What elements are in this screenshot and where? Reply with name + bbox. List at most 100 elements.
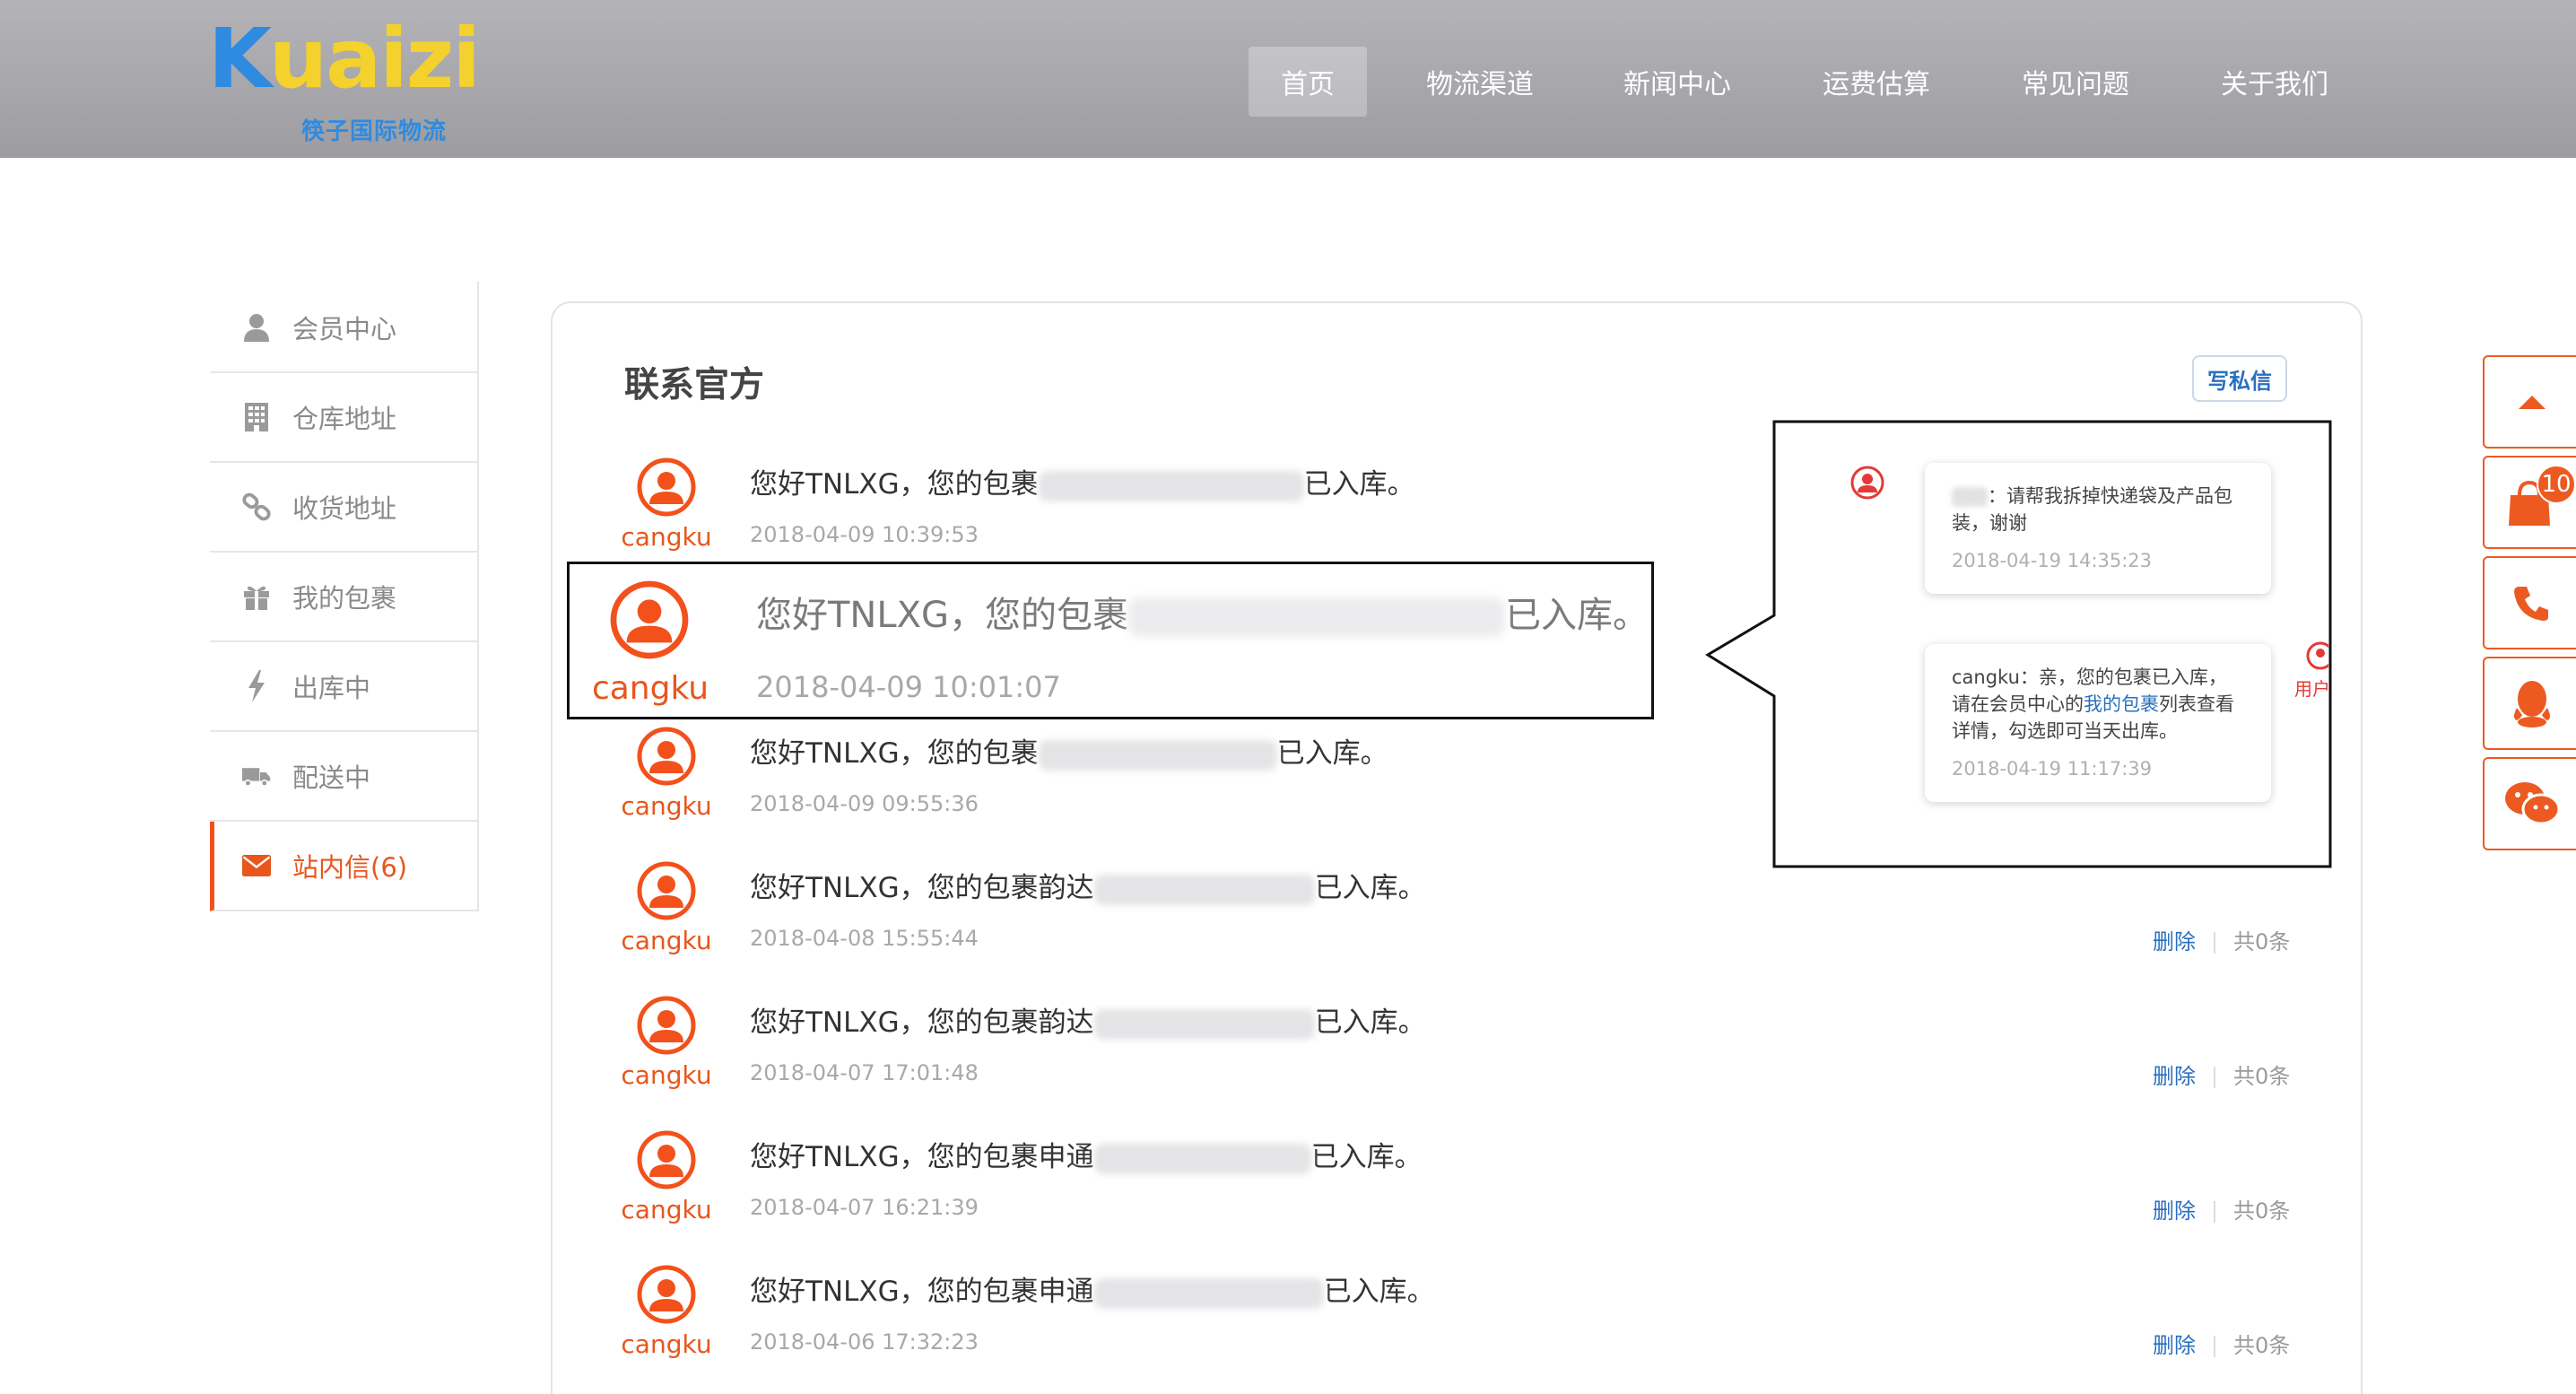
message-actions: 删除 共0条 [2153, 924, 2422, 955]
mail-icon [242, 850, 271, 881]
message-time: 2018-04-09 10:01:07 [756, 670, 1061, 704]
sender-name: cangku [591, 670, 709, 707]
chat-time: 2018-04-19 14:35:23 [1952, 550, 2153, 571]
nav-logistics-channels[interactable]: 物流渠道 [1414, 47, 1546, 117]
list-item[interactable]: cangku 您好TNLXG，您的包裹韵达 已入库。 2018-04-07 17:… [619, 996, 2290, 1112]
list-item[interactable]: cangku 您好TNLXG，您的包裹 已入库。 2018-04-09 10:39… [619, 457, 1677, 574]
sidebar-item-label: 仓库地址 [292, 404, 397, 434]
nav-about-us[interactable]: 关于我们 [2208, 47, 2341, 117]
chat-bubble: ：请帮我拆掉快递袋及产品包装，谢谢 2018-04-19 14:35:23 [1925, 463, 2271, 594]
qq-button[interactable] [2483, 657, 2576, 750]
message-text: 您好TNLXG，您的包裹韵达 已入库。 [750, 872, 1426, 905]
message-text: 您好TNLXG，您的包裹申通 已入库。 [750, 1276, 1435, 1309]
message-actions: 删除 共0条 [2153, 1059, 2422, 1090]
user-icon [242, 312, 271, 343]
list-item[interactable]: cangku 您好TNLXG，您的包裹申通 已入库。 2018-04-07 16:… [619, 1130, 2290, 1247]
sidebar-item-label: 收货地址 [292, 493, 397, 524]
sidebar-item-delivering[interactable]: 配送中 [210, 732, 479, 822]
truck-icon [242, 761, 271, 791]
highlighted-message[interactable]: cangku 您好TNLXG，您的包裹 已入库。 2018-04-09 10:01… [567, 562, 1654, 719]
cart-button[interactable]: 10 [2483, 456, 2576, 549]
sidebar-item-warehouse-address[interactable]: 仓库地址 [210, 373, 479, 463]
sidebar-item-label: 会员中心 [292, 314, 397, 344]
delete-link[interactable]: 删除 [2153, 929, 2196, 954]
sidebar-item-site-messages[interactable]: 站内信(6) [210, 822, 479, 911]
sender-name: cangku [621, 522, 712, 552]
write-private-message-button[interactable]: 写私信 [2192, 355, 2287, 402]
delete-link[interactable]: 删除 [2153, 1333, 2196, 1358]
avatar-icon [637, 457, 696, 517]
phone-icon [2514, 587, 2548, 621]
reply-count: 共0条 [2233, 1064, 2291, 1089]
link-icon [242, 492, 271, 522]
sender-name: cangku [621, 1329, 712, 1359]
delete-link[interactable]: 删除 [2153, 1198, 2196, 1224]
divider [2214, 1201, 2215, 1223]
logo[interactable]: Kuaizi 筷子国际物流 [208, 11, 481, 147]
reply-count: 共0条 [2233, 1198, 2291, 1224]
avatar-icon [637, 1130, 696, 1189]
chat-time: 2018-04-19 11:17:39 [1952, 758, 2153, 780]
sender-name: cangku [621, 926, 712, 955]
wechat-button[interactable] [2483, 757, 2576, 850]
list-item[interactable]: cangku 您好TNLXG，您的包裹申通 已入库。 2018-04-06 17:… [619, 1265, 2290, 1381]
list-item[interactable]: cangku 您好TNLXG，您的包裹韵达 已入库。 2018-04-08 15:… [619, 861, 2290, 978]
chat-callout: ：请帮我拆掉快递袋及产品包装，谢谢 2018-04-19 14:35:23 ca… [1774, 422, 2328, 868]
arrow-up-icon [2519, 396, 2546, 409]
message-time: 2018-04-06 17:32:23 [750, 1329, 979, 1355]
sidebar-item-outbound[interactable]: 出库中 [210, 642, 479, 732]
reply-count: 共0条 [2233, 1333, 2291, 1358]
message-time: 2018-04-07 17:01:48 [750, 1060, 979, 1085]
user-avatar-icon [2306, 641, 2328, 670]
avatar-icon [637, 727, 696, 786]
sidebar-item-my-packages[interactable]: 我的包裹 [210, 553, 479, 642]
user-avatar-icon [1850, 466, 1884, 500]
redacted-name [1952, 487, 1988, 507]
divider [2214, 1336, 2215, 1357]
reply-count: 共0条 [2233, 929, 2291, 954]
sidebar-item-label: 站内信(6) [292, 852, 408, 883]
sender-name: cangku [621, 1060, 712, 1090]
sender-name: cangku [621, 1195, 712, 1224]
sidebar-item-member-center[interactable]: 会员中心 [210, 283, 479, 373]
list-item[interactable]: cangku 您好TNLXG，您的包裹 已入库。 2018-04-09 09:55… [619, 727, 1677, 843]
divider [2214, 1067, 2215, 1088]
nav-home[interactable]: 首页 [1249, 47, 1367, 117]
wechat-icon [2505, 782, 2561, 825]
message-time: 2018-04-09 09:55:36 [750, 791, 979, 816]
sidebar-item-delivery-address[interactable]: 收货地址 [210, 463, 479, 553]
logo-text: Kuaizi [208, 11, 481, 107]
avatar-icon [637, 996, 696, 1055]
message-actions: 删除 共0条 [2153, 1193, 2422, 1224]
cart-badge: 10 [2537, 465, 2576, 504]
avatar-icon [637, 861, 696, 920]
sidebar-item-label: 我的包裹 [292, 583, 397, 614]
divider [2214, 932, 2215, 954]
my-packages-link[interactable]: 我的包裹 [2084, 693, 2159, 715]
avatar-icon [610, 580, 689, 659]
sidebar-item-label: 出库中 [292, 673, 371, 703]
nav-news-center[interactable]: 新闻中心 [1611, 47, 1744, 117]
message-text: 您好TNLXG，您的包裹 已入库。 [756, 595, 1649, 637]
phone-button[interactable] [2483, 556, 2576, 649]
delete-link[interactable]: 删除 [2153, 1064, 2196, 1089]
site-header: Kuaizi 筷子国际物流 首页 物流渠道 新闻中心 运费估算 常见问题 关于我… [0, 0, 2576, 158]
logo-subtitle: 筷子国际物流 [301, 118, 448, 145]
sidebar-item-label: 配送中 [292, 762, 371, 793]
chat-bubble: cangku：亲，您的包裹已入库，请在会员中心的我的包裹列表查看详情，勾选即可当… [1925, 644, 2271, 802]
lightning-icon [242, 670, 271, 702]
message-text: 您好TNLXG，您的包裹 已入库。 [750, 468, 1415, 501]
user-label: 用户 [2294, 678, 2328, 700]
nav-shipping-estimate[interactable]: 运费估算 [1810, 47, 1943, 117]
nav-faq[interactable]: 常见问题 [2009, 47, 2142, 117]
message-time: 2018-04-08 15:55:44 [750, 926, 979, 951]
message-text: 您好TNLXG，您的包裹 已入库。 [750, 737, 1388, 771]
gift-icon [242, 581, 271, 612]
chat-text: cangku：亲，您的包裹已入库，请在会员中心的我的包裹列表查看详情，勾选即可当… [1952, 667, 2234, 742]
back-to-top-button[interactable] [2483, 355, 2576, 449]
message-text: 您好TNLXG，您的包裹申通 已入库。 [750, 1141, 1423, 1174]
page-title: 联系官方 [624, 365, 765, 405]
message-actions: 删除 共0条 [2153, 1328, 2422, 1359]
chat-text: ：请帮我拆掉快递袋及产品包装，谢谢 [1952, 485, 2232, 534]
message-time: 2018-04-07 16:21:39 [750, 1195, 979, 1220]
